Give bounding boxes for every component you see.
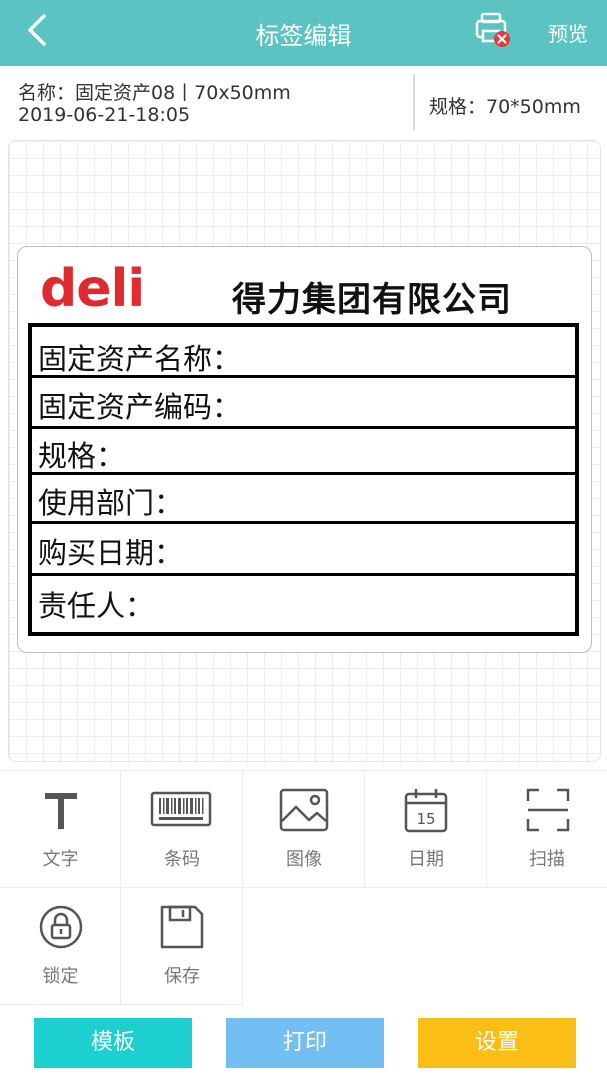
table-row[interactable]: 责任人： — [38, 583, 154, 625]
calendar-icon: 15 — [404, 789, 448, 833]
save-icon — [160, 905, 204, 949]
tool-label: 文字 — [42, 849, 79, 870]
bottom-action-bar: 模板 打印 设置 — [0, 1006, 607, 1080]
table-row-divider — [32, 426, 575, 429]
tool-label: 日期 — [408, 849, 444, 870]
label-name: 名称：固定资产08丨70x50mm — [18, 82, 291, 104]
image-tool-button[interactable]: 图像 — [243, 771, 365, 888]
top-bar: 标签编辑 预览 — [0, 0, 607, 66]
calendar-day: 15 — [416, 810, 435, 828]
deli-logo[interactable]: deli — [40, 259, 175, 319]
settings-button[interactable]: 设置 — [418, 1018, 576, 1068]
tool-label: 条码 — [164, 849, 200, 870]
image-icon — [279, 788, 329, 832]
printer-disconnected-icon — [475, 12, 510, 47]
lock-tool-button[interactable]: 锁定 — [0, 888, 121, 1005]
print-button[interactable]: 打印 — [226, 1018, 384, 1068]
scan-icon — [526, 788, 570, 832]
template-button[interactable]: 模板 — [34, 1018, 192, 1068]
tool-label: 图像 — [286, 849, 322, 870]
info-divider — [413, 74, 415, 130]
company-name[interactable]: 得力集团有限公司 — [232, 272, 512, 321]
tool-label: 锁定 — [42, 966, 79, 987]
scan-tool-button[interactable]: 扫描 — [487, 771, 607, 888]
table-row-divider — [32, 573, 575, 576]
label-spec: 规格：70*50mm — [429, 96, 581, 118]
tool-label: 扫描 — [529, 849, 565, 870]
table-row[interactable]: 固定资产名称： — [38, 336, 241, 378]
tool-label: 保存 — [164, 966, 200, 987]
label-date: 2019-06-21-18:05 — [18, 104, 191, 126]
save-tool-button[interactable]: 保存 — [121, 888, 243, 1005]
table-row[interactable]: 购买日期： — [38, 530, 183, 572]
preview-button[interactable]: 预览 — [548, 18, 588, 47]
svg-text:deli: deli — [40, 262, 144, 314]
tool-grid: 文字 条码 图像 15 日期 扫描 锁定 保存 — [0, 770, 607, 1006]
text-tool-button[interactable]: 文字 — [0, 771, 121, 888]
lock-icon — [39, 905, 83, 949]
table-row[interactable]: 使用部门： — [38, 480, 183, 522]
deli-logo-graphic: deli — [40, 259, 145, 319]
table-row[interactable]: 规格： — [38, 433, 125, 475]
printer-status-button[interactable] — [474, 10, 514, 50]
date-tool-button[interactable]: 15 日期 — [365, 771, 487, 888]
barcode-icon — [150, 791, 212, 827]
table-row[interactable]: 固定资产编码： — [38, 384, 241, 426]
page-title: 标签编辑 — [255, 22, 352, 50]
barcode-tool-button[interactable]: 条码 — [121, 771, 243, 888]
label-info-bar: 名称：固定资产08丨70x50mm 2019-06-21-18:05 规格：70… — [0, 66, 607, 138]
text-icon — [45, 793, 77, 829]
